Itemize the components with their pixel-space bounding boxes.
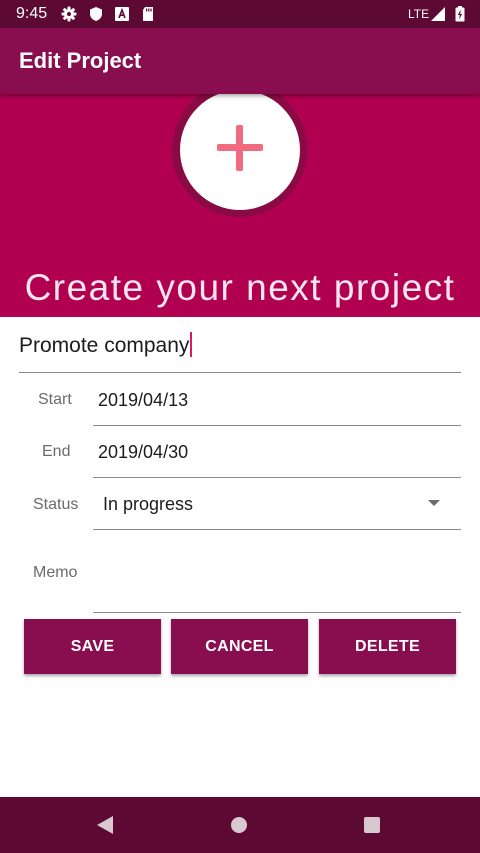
network-type: LTE [408,7,430,21]
hero-banner: Create your next project [0,94,480,317]
project-name-value: Promote company [19,334,190,357]
start-label: Start [38,391,72,408]
status-time: 9:45 [16,5,48,22]
text-cursor [190,331,193,357]
page-title: Edit Project [19,48,142,73]
start-underline [93,425,461,426]
hero-caption: Create your next project [24,267,456,308]
memo-label: Memo [33,564,78,581]
signal-icon [431,7,445,21]
a-icon [115,7,129,21]
memo-input[interactable] [98,560,458,610]
app-bar: Edit Project [0,28,480,94]
project-name-input[interactable]: Promote company [19,330,461,373]
status-select[interactable]: In progress [103,492,193,516]
end-label: End [42,443,71,460]
start-date-input[interactable]: 2019/04/13 [98,388,188,412]
sd-card-icon [143,7,153,21]
system-nav-bar [0,797,480,853]
save-button[interactable]: SAVE [24,619,161,674]
gear-icon [61,6,77,22]
back-icon[interactable] [97,816,113,834]
shield-icon [90,7,102,21]
end-underline [93,477,461,478]
dropdown-arrow-icon[interactable] [428,500,440,506]
status-label: Status [33,496,79,513]
recents-icon[interactable] [364,817,380,833]
add-icon-vertical [236,125,243,171]
end-date-input[interactable]: 2019/04/30 [98,440,188,464]
home-icon[interactable] [231,817,247,833]
status-bar: 9:45 LTE [0,0,480,28]
memo-underline [93,612,461,613]
delete-button[interactable]: DELETE [319,619,456,674]
cancel-button[interactable]: CANCEL [171,619,308,674]
battery-icon [455,6,465,22]
status-underline [93,529,461,530]
